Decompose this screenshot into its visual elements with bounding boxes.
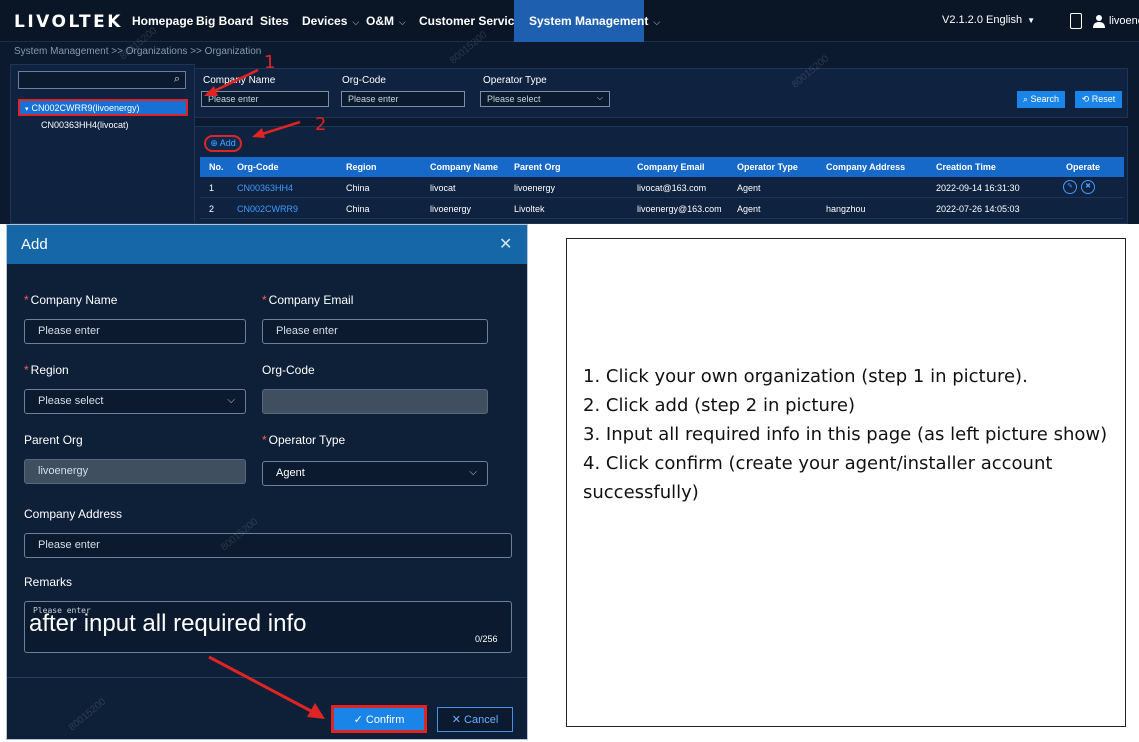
confirm-button[interactable]: ✓ Confirm (331, 705, 427, 733)
instruction-step-1: 1. Click your own organization (step 1 i… (583, 366, 1028, 387)
callout-number-2: 2 (315, 114, 327, 135)
callout-arrows (204, 68, 301, 138)
instruction-step-4: 4. Click confirm (create your agent/inst… (583, 453, 1053, 503)
callout-number-1: 1 (264, 52, 276, 73)
instruction-list: 1. Click your own organization (step 1 i… (583, 362, 1118, 507)
cancel-button-label: Cancel (464, 714, 499, 726)
organization-page-screenshot: LIVOLTEK Homepage Big Board Sites Device… (0, 0, 1139, 224)
check-icon: ✓ (353, 714, 366, 726)
confirm-callout-arrow (208, 655, 325, 719)
instruction-step-2: 2. Click add (step 2 in picture) (583, 395, 855, 416)
instructions-box: 1. Click your own organization (step 1 i… (566, 238, 1126, 727)
instruction-step-3: 3. Input all required info in this page … (583, 424, 1108, 445)
confirm-button-label: Confirm (365, 714, 405, 726)
cancel-button[interactable]: ✕ Cancel (437, 707, 513, 732)
close-icon: ✕ (451, 714, 465, 726)
add-dialog: Add ✕ * Company Name Please enter * Compan… (6, 224, 528, 740)
